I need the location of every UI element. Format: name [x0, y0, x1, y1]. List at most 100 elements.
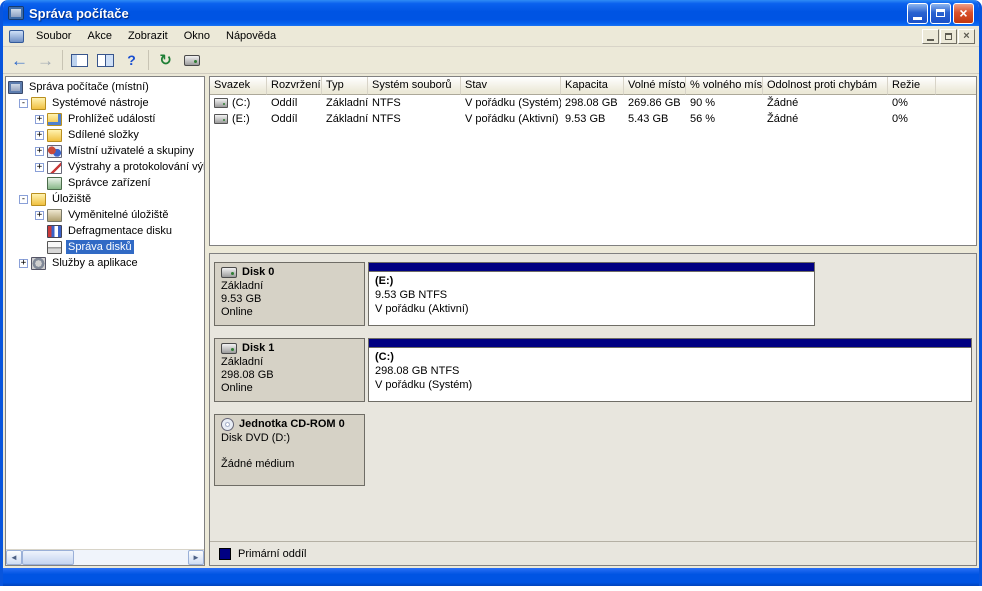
- tree-horizontal-scrollbar[interactable]: ◄ ►: [6, 549, 204, 565]
- tree-item-label: Správce zařízení: [66, 176, 153, 190]
- column-header-volneho-mista[interactable]: % volného místa: [686, 77, 763, 95]
- minimize-button[interactable]: [907, 3, 928, 24]
- help-button[interactable]: ?: [119, 49, 144, 72]
- menu-soubor[interactable]: Soubor: [28, 27, 79, 45]
- partition-e[interactable]: (E:)9.53 GB NTFSV pořádku (Aktivní): [368, 262, 815, 326]
- menu-okno[interactable]: Okno: [176, 27, 218, 45]
- tree-item-vymenitelne-uloziste[interactable]: +Vyměnitelné úložiště: [6, 207, 204, 223]
- mdi-close-button[interactable]: ×: [958, 29, 975, 44]
- column-header-rozvrzeni[interactable]: Rozvržení: [267, 77, 322, 95]
- tree-item-sluzby-a-aplikace[interactable]: +Služby a aplikace: [6, 255, 204, 271]
- tree-item-sdilene-slozky[interactable]: +Sdílené složky: [6, 127, 204, 143]
- disk-info-disk-1[interactable]: Disk 1Základní298.08 GBOnline: [214, 338, 365, 402]
- two-pane-view-button[interactable]: [93, 49, 118, 72]
- scrollbar-track[interactable]: [22, 550, 188, 565]
- back-button[interactable]: ←: [7, 49, 32, 72]
- expand-icon[interactable]: +: [35, 163, 44, 172]
- menu-akce[interactable]: Akce: [79, 27, 119, 45]
- volume-cell-text: Oddíl: [271, 97, 297, 109]
- tree-item-vystrahy-a-protokolovani-vyk[interactable]: +Výstrahy a protokolování výk: [6, 159, 204, 175]
- disk-title: Jednotka CD-ROM 0: [221, 418, 358, 431]
- expand-icon[interactable]: +: [35, 131, 44, 140]
- close-button[interactable]: ×: [953, 3, 974, 24]
- mdi-minimize-button[interactable]: [922, 29, 939, 44]
- volume-cell-text: Žádné: [767, 97, 798, 109]
- rescan-disks-button[interactable]: [179, 49, 204, 72]
- volume-cell: (C:): [210, 95, 267, 111]
- volume-cell-text: NTFS: [372, 113, 401, 125]
- volume-cell-text: Žádné: [767, 113, 798, 125]
- show-hide-tree-button[interactable]: [67, 49, 92, 72]
- tree-item-label: Správa disků: [66, 240, 134, 254]
- console-window-icon[interactable]: [9, 30, 24, 43]
- mdi-window-buttons: ×: [922, 29, 977, 44]
- disk-info-jednotka-cd-rom-0[interactable]: Jednotka CD-ROM 0Disk DVD (D:) Žádné méd…: [214, 414, 365, 486]
- toolbar: ← → ? ↻: [3, 47, 979, 74]
- column-header-rezie[interactable]: Režie: [888, 77, 936, 95]
- restore-icon: [945, 33, 952, 40]
- expand-icon[interactable]: +: [35, 115, 44, 124]
- forward-button[interactable]: →: [33, 49, 58, 72]
- disk-management-content: SvazekRozvrženíTypSystém souborůStavKapa…: [209, 76, 977, 566]
- expand-icon[interactable]: +: [35, 211, 44, 220]
- tree-item-spravce-zarizeni[interactable]: Správce zařízení: [6, 175, 204, 191]
- disk-row-jednotka-cd-rom-0: Jednotka CD-ROM 0Disk DVD (D:) Žádné méd…: [214, 414, 972, 486]
- column-header-odolnost-proti-chybam[interactable]: Odolnost proti chybám: [763, 77, 888, 95]
- column-header-stav[interactable]: Stav: [461, 77, 561, 95]
- partition-label: (E:): [375, 274, 808, 288]
- services-icon: [31, 257, 46, 270]
- volume-row-e[interactable]: (E:)OddílZákladníNTFSV pořádku (Aktivní)…: [210, 111, 976, 127]
- scroll-right-button[interactable]: ►: [188, 550, 204, 565]
- column-header-kapacita[interactable]: Kapacita: [561, 77, 624, 95]
- tree-item-defragmentace-disku[interactable]: Defragmentace disku: [6, 223, 204, 239]
- expand-icon[interactable]: +: [35, 147, 44, 156]
- legend-bar: Primární oddíl: [210, 541, 976, 565]
- tree-item-sprava-disku[interactable]: Správa disků: [6, 239, 204, 255]
- column-header-system-souboru[interactable]: Systém souborů: [368, 77, 461, 95]
- partition-c[interactable]: (C:)298.08 GB NTFSV pořádku (Systém): [368, 338, 972, 402]
- minimize-icon: [927, 39, 934, 41]
- tree-item-systemove-nastroje[interactable]: -Systémové nástroje: [6, 95, 204, 111]
- menu-zobrazit[interactable]: Zobrazit: [120, 27, 176, 45]
- expand-icon[interactable]: +: [19, 259, 28, 268]
- scrollbar-thumb[interactable]: [22, 550, 74, 565]
- collapse-icon[interactable]: -: [19, 99, 28, 108]
- horizontal-splitter[interactable]: [209, 246, 977, 253]
- minimize-icon: [913, 17, 922, 20]
- column-header-volne-misto[interactable]: Volné místo: [624, 77, 686, 95]
- disk-title: Disk 1: [221, 342, 358, 355]
- disk-detail: Online: [221, 382, 358, 395]
- cdrom-icon: [221, 418, 234, 431]
- disk-info-disk-0[interactable]: Disk 0Základní9.53 GBOnline: [214, 262, 365, 326]
- volume-cell: (E:): [210, 111, 267, 127]
- volume-list: SvazekRozvrženíTypSystém souborůStavKapa…: [209, 76, 977, 246]
- maximize-button[interactable]: [930, 3, 951, 24]
- mdi-restore-button[interactable]: [940, 29, 957, 44]
- volume-icon: [214, 98, 228, 108]
- scroll-left-button[interactable]: ◄: [6, 550, 22, 565]
- volume-cell-text: 90 %: [690, 97, 715, 109]
- system-tools-icon: [31, 97, 46, 110]
- tree-item-mistni-uzivatele-a-skupiny[interactable]: +Místní uživatelé a skupiny: [6, 143, 204, 159]
- collapse-icon[interactable]: -: [19, 195, 28, 204]
- tree-item-prohlizec-udalosti[interactable]: +Prohlížeč událostí: [6, 111, 204, 127]
- column-header-typ[interactable]: Typ: [322, 77, 368, 95]
- main-area: Správa počítače (místní)-Systémové nástr…: [3, 74, 979, 568]
- titlebar[interactable]: Správa počítače ×: [3, 0, 979, 26]
- tree-item-uloziste[interactable]: -Úložiště: [6, 191, 204, 207]
- refresh-button[interactable]: ↻: [153, 49, 178, 72]
- tree-item-sprava-pocitace-mistni[interactable]: Správa počítače (místní): [6, 79, 204, 95]
- column-header-svazek[interactable]: Svazek: [210, 77, 267, 95]
- close-icon: ×: [959, 6, 967, 20]
- volume-row-c[interactable]: (C:)OddílZákladníNTFSV pořádku (Systém)2…: [210, 95, 976, 111]
- volume-cell-text: Základní: [326, 97, 368, 109]
- device-manager-icon: [47, 177, 62, 190]
- volume-cell: NTFS: [368, 95, 461, 111]
- forward-arrow-icon: →: [37, 52, 54, 69]
- menu-napoveda[interactable]: Nápověda: [218, 27, 284, 45]
- disk-detail: Základní: [221, 280, 358, 293]
- removable-storage-icon: [47, 209, 62, 222]
- volume-cell: Žádné: [763, 111, 888, 127]
- restore-icon: [936, 9, 945, 17]
- console-tree-icon: [71, 54, 88, 67]
